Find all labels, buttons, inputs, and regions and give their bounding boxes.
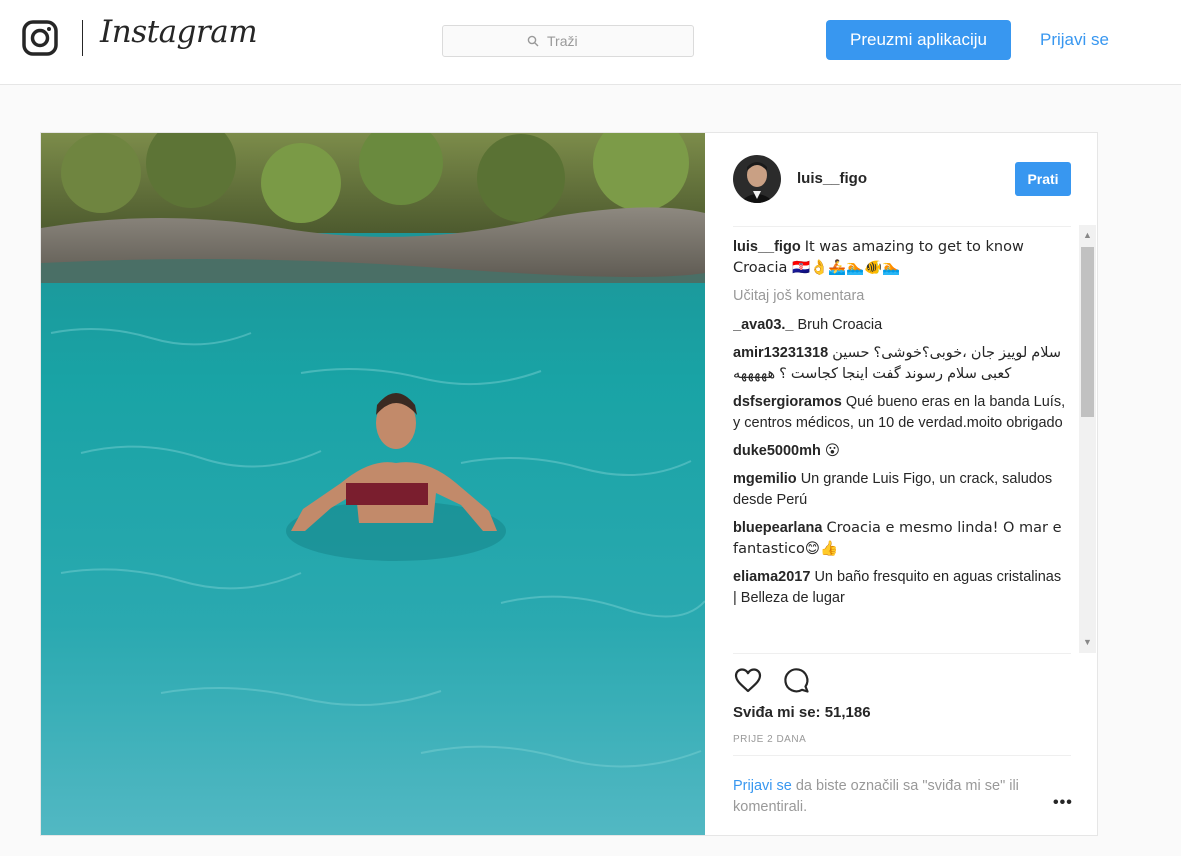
search-box[interactable] — [442, 25, 694, 57]
search-input[interactable] — [545, 32, 609, 50]
comment-author[interactable]: mgemilio — [733, 471, 797, 487]
list-item: amir13231318 سلام لوییز جان ،خوبی؟خوشی؟ … — [733, 343, 1067, 385]
comment-author[interactable]: bluepearlana — [733, 520, 822, 536]
scroll-down-arrow-icon[interactable]: ▼ — [1081, 636, 1094, 648]
login-link[interactable]: Prijavi se — [1040, 30, 1109, 50]
comment-author[interactable]: amir13231318 — [733, 345, 828, 361]
comment-author[interactable]: eliama2017 — [733, 569, 810, 585]
more-options-icon[interactable]: ••• — [1053, 794, 1073, 812]
avatar[interactable] — [733, 155, 781, 203]
comments-list: luis__figo It was amazing to get to know… — [733, 237, 1067, 653]
caption-author[interactable]: luis__figo — [733, 239, 801, 255]
instagram-wordmark[interactable]: Instagram — [100, 14, 258, 50]
list-item: dsfsergioramos Qué bueno eras en la band… — [733, 392, 1067, 434]
login-prompt: Prijavi se da biste označili sa "sviđa m… — [733, 776, 1051, 818]
instagram-logo-icon[interactable] — [22, 20, 58, 56]
search-icon — [527, 35, 539, 47]
scroll-up-arrow-icon[interactable]: ▲ — [1081, 229, 1094, 241]
list-item: eliama2017 Un baño fresquito en aguas cr… — [733, 567, 1067, 609]
post-sidebar: luis__figo Prati luis__figo It was amazi… — [705, 133, 1097, 835]
list-item: bluepearlana Croacia e mesmo linda! O ma… — [733, 518, 1067, 560]
list-item: duke5000mh 😮 — [733, 441, 1067, 462]
divider — [733, 653, 1071, 654]
follow-button[interactable]: Prati — [1015, 162, 1071, 196]
sea-swimmer-image — [41, 133, 705, 835]
scrollbar-thumb[interactable] — [1081, 247, 1094, 417]
comment-author[interactable]: dsfsergioramos — [733, 394, 842, 410]
list-item: _ava03._ Bruh Croacia — [733, 315, 1067, 336]
caption: luis__figo It was amazing to get to know… — [733, 237, 1067, 279]
comment-text: 😮 — [824, 443, 841, 459]
post-header: luis__figo Prati — [733, 155, 1071, 203]
list-item: mgemilio Un grande Luis Figo, un crack, … — [733, 469, 1067, 511]
logo-divider — [82, 20, 83, 56]
post-timestamp: PRIJE 2 DANA — [733, 734, 807, 745]
comment-author[interactable]: _ava03._ — [733, 317, 793, 333]
divider — [733, 755, 1071, 756]
download-app-button[interactable]: Preuzmi aplikaciju — [826, 20, 1011, 60]
likes-count[interactable]: Sviđa mi se: 51,186 — [733, 704, 871, 721]
avatar-image — [733, 155, 781, 203]
post-photo[interactable] — [41, 133, 705, 835]
post-card: luis__figo Prati luis__figo It was amazi… — [40, 132, 1098, 836]
divider — [733, 226, 1071, 227]
heart-icon[interactable] — [733, 665, 763, 695]
comment-text: Bruh Croacia — [797, 317, 883, 333]
comment-icon[interactable] — [781, 665, 811, 695]
post-username[interactable]: luis__figo — [797, 170, 867, 187]
load-more-comments-link[interactable]: Učitaj još komentara — [733, 286, 1067, 307]
top-navigation-bar: Instagram Preuzmi aplikaciju Prijavi se — [0, 0, 1181, 85]
post-actions — [733, 665, 853, 695]
login-prompt-link[interactable]: Prijavi se — [733, 778, 792, 794]
comment-author[interactable]: duke5000mh — [733, 443, 821, 459]
